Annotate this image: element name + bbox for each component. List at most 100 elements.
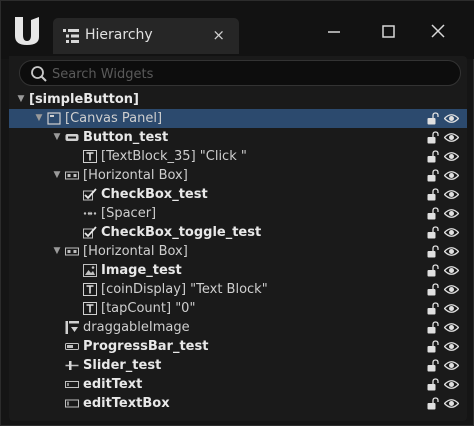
tree-row[interactable]: [Spacer] <box>9 204 467 223</box>
tree-row-label: CheckBox_test <box>101 187 208 202</box>
tree-row[interactable]: [TextBlock_35] "Click " <box>9 147 467 166</box>
tab-hierarchy[interactable]: Hierarchy × <box>53 18 239 54</box>
lock-toggle-icon[interactable] <box>427 321 439 334</box>
lock-toggle-icon[interactable] <box>427 264 439 277</box>
expand-arrow-icon[interactable]: ▼ <box>51 242 63 261</box>
tab-title: Hierarchy <box>85 27 153 43</box>
lock-toggle-icon[interactable] <box>427 188 439 201</box>
tree-row[interactable]: editTextBox <box>9 394 467 413</box>
visibility-eye-icon[interactable] <box>444 265 459 276</box>
tree-row-label: Slider_test <box>83 358 162 373</box>
tree-row[interactable]: ▼ Button_test <box>9 128 467 147</box>
user-widget-icon <box>65 321 79 334</box>
unreal-logo-icon <box>15 17 39 45</box>
tree-row[interactable]: [coinDisplay] "Text Block" <box>9 280 467 299</box>
lock-toggle-icon[interactable] <box>427 131 439 144</box>
lock-toggle-icon[interactable] <box>427 150 439 163</box>
tree-row-label: CheckBox_toggle_test <box>101 225 262 240</box>
tree-row-label: editTextBox <box>83 396 170 411</box>
tree-row-label: [tapCount] "0" <box>101 301 196 316</box>
expand-arrow-icon[interactable]: ▼ <box>15 90 27 109</box>
tree-row[interactable]: ProgressBar_test <box>9 337 467 356</box>
text-block-icon <box>83 302 97 315</box>
hierarchy-panel: ▼[simpleButton]▼[Canvas Panel]▼Button_te… <box>9 56 467 421</box>
lock-toggle-icon[interactable] <box>427 283 439 296</box>
tree-row-label: [TextBlock_35] "Click " <box>101 149 247 164</box>
checkbox-icon <box>83 226 97 239</box>
tree-row[interactable]: CheckBox_toggle_test <box>9 223 467 242</box>
widget-tree: ▼ [simpleButton] ▼ [Canvas Panel] ▼ Button_te… <box>9 90 467 413</box>
lock-toggle-icon[interactable] <box>427 226 439 239</box>
tree-row[interactable]: Slider_test <box>9 356 467 375</box>
title-bar: Hierarchy × <box>1 1 474 59</box>
lock-toggle-icon[interactable] <box>427 112 439 125</box>
visibility-eye-icon[interactable] <box>444 208 459 219</box>
checkbox-icon <box>83 188 97 201</box>
tree-row-label: editText <box>83 377 143 392</box>
editable-text-icon <box>65 381 79 388</box>
tree-row-label: [simpleButton] <box>29 92 139 107</box>
progress-bar-icon <box>65 343 79 350</box>
tree-row-label: ProgressBar_test <box>83 339 209 354</box>
tree-row-label: [Horizontal Box] <box>83 168 188 183</box>
button-icon <box>65 134 79 141</box>
minimize-button[interactable] <box>319 17 349 45</box>
visibility-eye-icon[interactable] <box>444 132 459 143</box>
visibility-eye-icon[interactable] <box>444 341 459 352</box>
tree-row[interactable]: [tapCount] "0" <box>9 299 467 318</box>
tree-row[interactable]: ▼ [simpleButton] <box>9 90 467 109</box>
lock-toggle-icon[interactable] <box>427 302 439 315</box>
canvas-panel-icon <box>47 112 61 125</box>
tree-row-label: [Spacer] <box>101 206 157 221</box>
tree-row-label: [Canvas Panel] <box>65 111 163 126</box>
tree-row-label: Button_test <box>83 130 169 145</box>
lock-toggle-icon[interactable] <box>427 169 439 182</box>
hierarchy-window: Hierarchy × ▼[simpleButton]▼[Canvas Pane… <box>0 0 474 426</box>
tree-row[interactable]: Image_test <box>9 261 467 280</box>
expand-arrow-icon[interactable]: ▼ <box>33 109 45 128</box>
tree-row[interactable]: ▼ [Horizontal Box] <box>9 166 467 185</box>
tree-row[interactable]: draggableImage <box>9 318 467 337</box>
lock-toggle-icon[interactable] <box>427 245 439 258</box>
visibility-eye-icon[interactable] <box>444 189 459 200</box>
close-window-button[interactable] <box>423 17 453 45</box>
search-icon <box>31 66 47 82</box>
horizontal-box-icon <box>65 247 79 256</box>
tree-row[interactable]: ▼ [Horizontal Box] <box>9 242 467 261</box>
lock-toggle-icon[interactable] <box>427 359 439 372</box>
maximize-button[interactable] <box>373 17 403 45</box>
slider-icon <box>65 361 79 370</box>
search-input[interactable] <box>50 63 444 85</box>
visibility-eye-icon[interactable] <box>444 113 459 124</box>
tree-row-label: draggableImage <box>83 320 190 335</box>
lock-toggle-icon[interactable] <box>427 340 439 353</box>
expand-arrow-icon[interactable]: ▼ <box>51 128 63 147</box>
lock-toggle-icon[interactable] <box>427 207 439 220</box>
visibility-eye-icon[interactable] <box>444 151 459 162</box>
lock-toggle-icon[interactable] <box>427 378 439 391</box>
expand-arrow-icon[interactable]: ▼ <box>51 166 63 185</box>
visibility-eye-icon[interactable] <box>444 246 459 257</box>
lock-toggle-icon[interactable] <box>427 397 439 410</box>
tree-row-label: [Horizontal Box] <box>83 244 188 259</box>
visibility-eye-icon[interactable] <box>444 170 459 181</box>
visibility-eye-icon[interactable] <box>444 398 459 409</box>
spacer-icon <box>83 211 97 216</box>
visibility-eye-icon[interactable] <box>444 303 459 314</box>
tree-row[interactable]: ▼ [Canvas Panel] <box>9 109 467 128</box>
tree-row-label: Image_test <box>101 263 182 278</box>
text-block-icon <box>83 283 97 296</box>
tab-close-button[interactable]: × <box>212 26 225 44</box>
image-icon <box>83 264 97 277</box>
visibility-eye-icon[interactable] <box>444 322 459 333</box>
visibility-eye-icon[interactable] <box>444 379 459 390</box>
visibility-eye-icon[interactable] <box>444 360 459 371</box>
tree-row[interactable]: CheckBox_test <box>9 185 467 204</box>
text-block-icon <box>83 150 97 163</box>
visibility-eye-icon[interactable] <box>444 284 459 295</box>
tree-row[interactable]: editText <box>9 375 467 394</box>
visibility-eye-icon[interactable] <box>444 227 459 238</box>
search-box[interactable] <box>19 60 461 86</box>
hierarchy-icon <box>63 29 79 43</box>
tree-row-label: [coinDisplay] "Text Block" <box>101 282 268 297</box>
